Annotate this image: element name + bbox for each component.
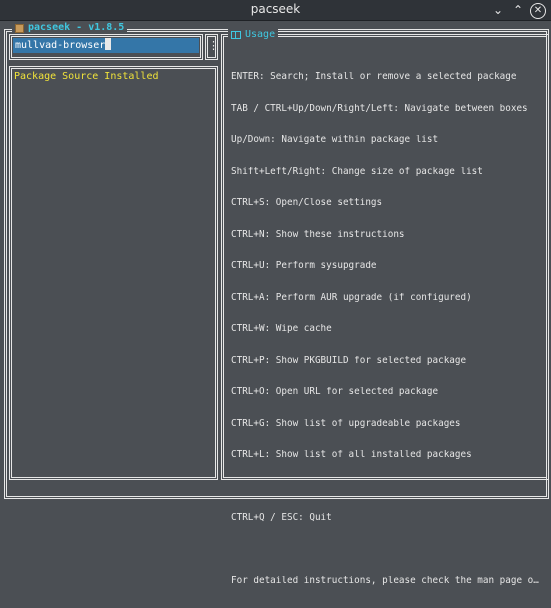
usage-line: Up/Down: Navigate within package list	[231, 135, 439, 145]
usage-line: ENTER: Search; Install or remove a selec…	[231, 72, 517, 82]
search-value: mullvad-browser	[15, 40, 106, 51]
usage-line: CTRL+S: Open/Close settings	[231, 198, 383, 208]
package-list[interactable]	[9, 66, 218, 480]
close-icon[interactable]: ✕	[530, 3, 546, 19]
usage-line: CTRL+W: Wipe cache	[231, 324, 332, 334]
window-title: pacseek	[250, 2, 301, 16]
menu-dots-icon[interactable]: ⋮	[208, 37, 219, 55]
usage-line: CTRL+O: Open URL for selected package	[231, 387, 439, 397]
usage-line: Shift+Left/Right: Change size of package…	[231, 166, 483, 177]
usage-line	[231, 545, 541, 556]
usage-line: CTRL+N: Show these instructions	[231, 229, 405, 240]
package-list-header: Package Source Installed	[14, 71, 159, 82]
usage-instructions: ENTER: Search; Install or remove a selec…	[231, 51, 541, 608]
usage-line: CTRL+U: Perform sysupgrade	[231, 261, 377, 271]
search-input[interactable]: mullvad-browser	[13, 38, 199, 53]
usage-line: CTRL+A: Perform AUR upgrade (if configur…	[231, 292, 472, 303]
usage-line: For detailed instructions, please check …	[231, 576, 541, 586]
terminal-area: pacseek - v1.8.5 mullvad-browser ⋮ Packa…	[0, 21, 551, 586]
usage-line	[231, 482, 541, 493]
usage-line: TAB / CTRL+Up/Down/Right/Left: Navigate …	[231, 103, 528, 114]
window-titlebar: pacseek ⌄ ⌃ ✕	[0, 0, 551, 21]
usage-line: CTRL+L: Show list of all installed packa…	[231, 450, 472, 460]
text-cursor	[105, 38, 112, 50]
minimize-icon[interactable]: ⌄	[490, 2, 506, 18]
usage-line: CTRL+P: Show PKGBUILD for selected packa…	[231, 355, 467, 366]
app-title: pacseek - v1.8.5	[12, 21, 128, 35]
usage-line: CTRL+G: Show list of upgradeable package…	[231, 418, 461, 429]
usage-title: Usage	[228, 28, 279, 42]
usage-line: CTRL+Q / ESC: Quit	[231, 513, 332, 523]
book-icon	[231, 31, 241, 39]
maximize-icon[interactable]: ⌃	[510, 2, 526, 18]
usage-title-text: Usage	[245, 29, 276, 40]
app-title-text: pacseek - v1.8.5	[28, 22, 125, 33]
package-icon	[15, 23, 24, 33]
